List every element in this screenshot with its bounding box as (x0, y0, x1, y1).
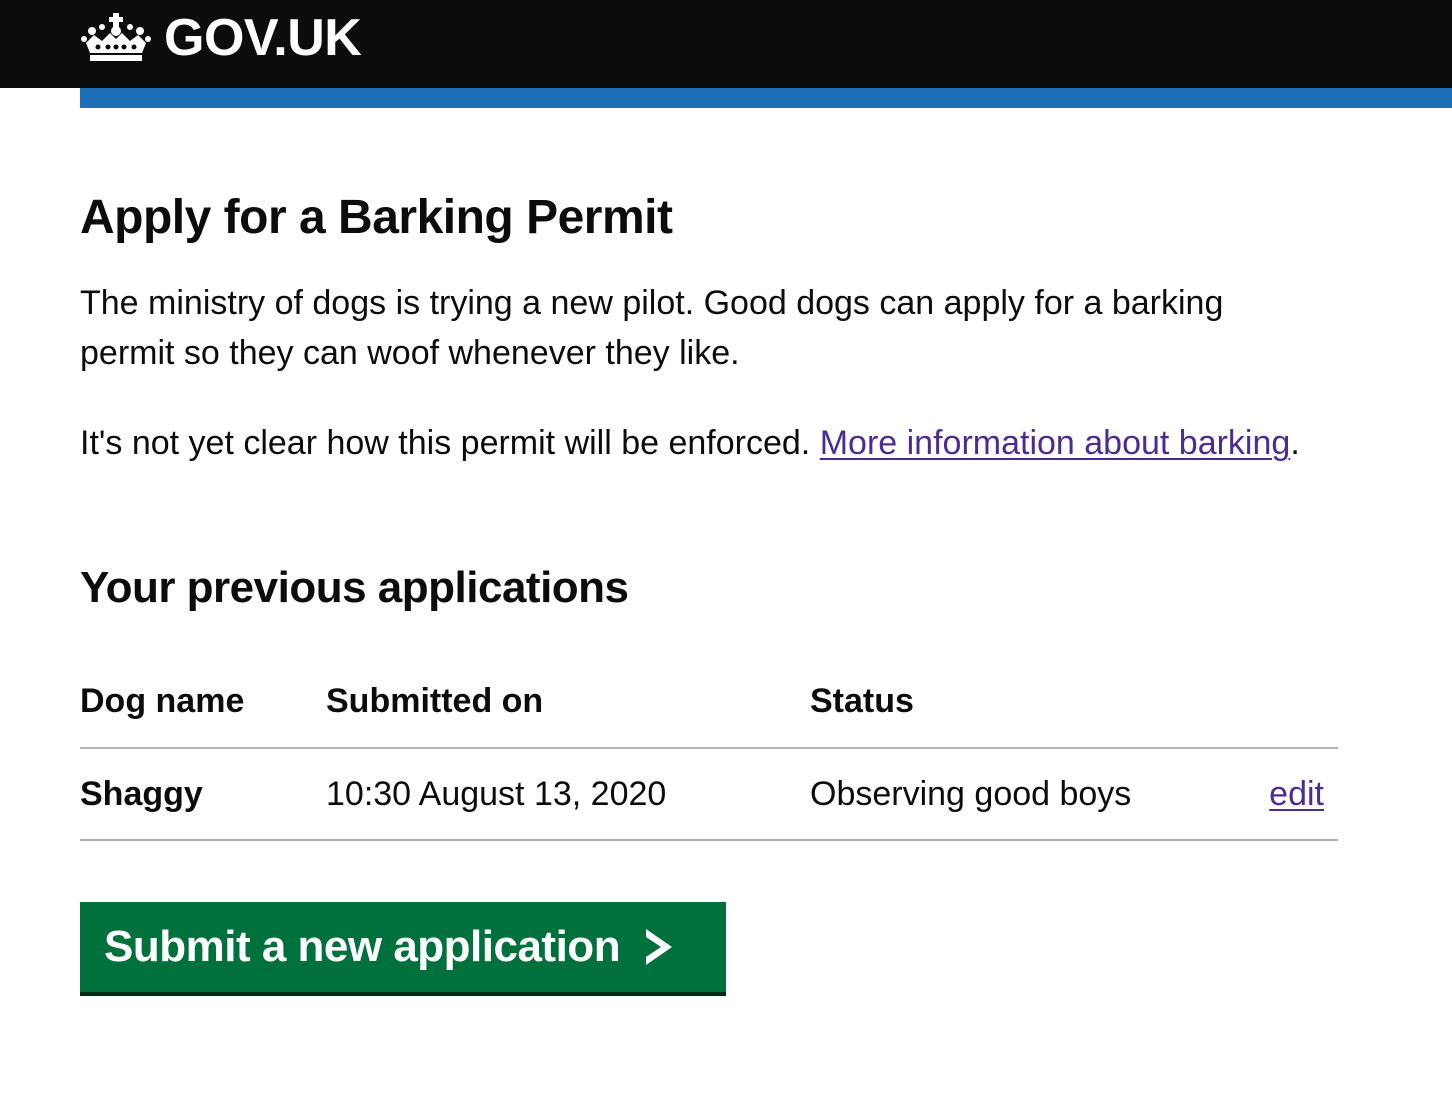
column-header-status: Status (810, 656, 1260, 749)
site-header: GOV.UK (0, 0, 1452, 88)
submit-button-label: Submit a new application (104, 922, 621, 971)
previous-applications-heading: Your previous applications (80, 563, 629, 612)
page-title: Apply for a Barking Permit (80, 191, 673, 244)
header-accent-bar (80, 88, 1452, 108)
cell-submitted-on: 10:30 August 13, 2020 (326, 748, 810, 841)
intro-paragraph: The ministry of dogs is trying a new pil… (80, 284, 1224, 372)
column-header-submitted-on: Submitted on (326, 656, 810, 749)
crown-icon (81, 13, 151, 61)
enforcement-suffix: . (1290, 424, 1300, 462)
more-information-link[interactable]: More information about barking (820, 424, 1291, 462)
table-row: Shaggy 10:30 August 13, 2020 Observing g… (80, 748, 1338, 841)
submit-new-application-button[interactable]: Submit a new application (80, 902, 726, 992)
column-header-dog-name: Dog name (80, 656, 326, 749)
cell-action: edit (1260, 748, 1338, 841)
enforcement-paragraph: It's not yet clear how this permit will … (80, 418, 1320, 468)
enforcement-text: It's not yet clear how this permit will … (80, 424, 811, 462)
cell-status: Observing good boys (810, 748, 1260, 841)
govuk-logo-link[interactable]: GOV.UK (80, 9, 362, 67)
cell-dog-name: Shaggy (80, 748, 326, 841)
applications-table: Dog name Submitted on Status Shaggy 10:3… (80, 656, 1338, 841)
edit-link[interactable]: edit (1269, 775, 1324, 813)
column-header-action (1260, 656, 1338, 749)
table-header-row: Dog name Submitted on Status (80, 656, 1338, 749)
govuk-logotype: GOV.UK (164, 9, 362, 67)
chevron-right-icon (646, 929, 673, 965)
